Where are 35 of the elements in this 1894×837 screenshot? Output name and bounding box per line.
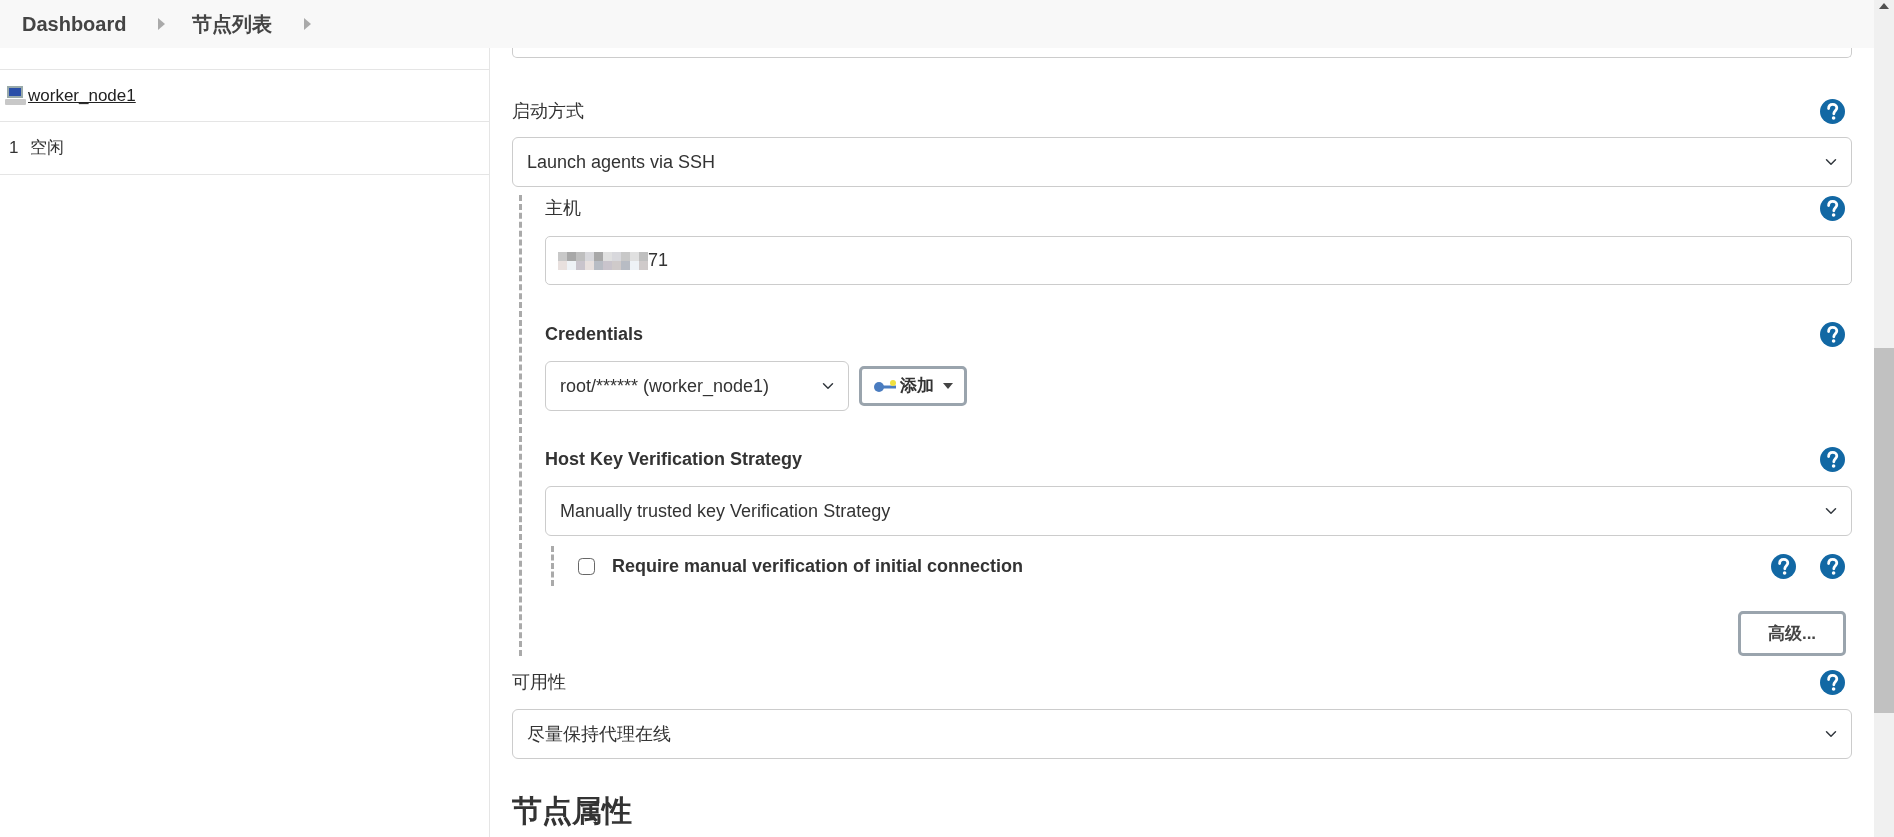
help-icon[interactable]: [1820, 321, 1845, 347]
section-heading: 节点属性: [512, 793, 633, 829]
help-icon[interactable]: [1820, 446, 1845, 472]
breadcrumb-link[interactable]: Dashboard: [22, 9, 127, 39]
chevron-icon: [304, 18, 313, 30]
launch-method-select[interactable]: Launch agents via SSH: [512, 137, 1852, 187]
field-label: 可用性: [512, 670, 566, 694]
executor-number: 1: [9, 137, 19, 160]
strategy-select[interactable]: Manually trusted key Verification Strategy: [545, 486, 1852, 536]
checkbox-label: Require manual verification of initial connection: [612, 554, 1024, 578]
host-field[interactable]: 71: [545, 236, 1852, 285]
computer-icon: [4, 85, 26, 106]
breadcrumb-link[interactable]: 节点列表: [192, 9, 273, 39]
scroll-up-icon[interactable]: [1878, 2, 1890, 10]
executor-status: 空闲: [30, 137, 65, 160]
help-icon[interactable]: [1820, 669, 1845, 695]
key-icon: [873, 379, 897, 393]
add-button[interactable]: 添加: [859, 366, 967, 406]
field-label: Host Key Verification Strategy: [545, 447, 803, 471]
field-label: Credentials: [545, 322, 644, 346]
caret-icon: [943, 383, 953, 389]
scrollbar-thumb[interactable]: [1874, 348, 1894, 713]
help-icon[interactable]: [1820, 195, 1845, 221]
help-icon[interactable]: [1771, 553, 1796, 579]
advanced-button[interactable]: 高级...: [1738, 611, 1846, 656]
checkbox[interactable]: [578, 557, 595, 575]
help-icon[interactable]: [1820, 553, 1845, 579]
chevron-icon: [158, 18, 167, 30]
field-label: 主机: [545, 196, 581, 220]
node-link[interactable]: worker_node1: [28, 82, 136, 109]
field-label: 启动方式: [512, 99, 584, 123]
help-icon[interactable]: [1820, 98, 1845, 124]
host-value: 71: [648, 249, 669, 272]
credentials-select[interactable]: root/****** (worker_node1): [545, 361, 849, 411]
availability-select[interactable]: 尽量保持代理在线: [512, 709, 1852, 759]
